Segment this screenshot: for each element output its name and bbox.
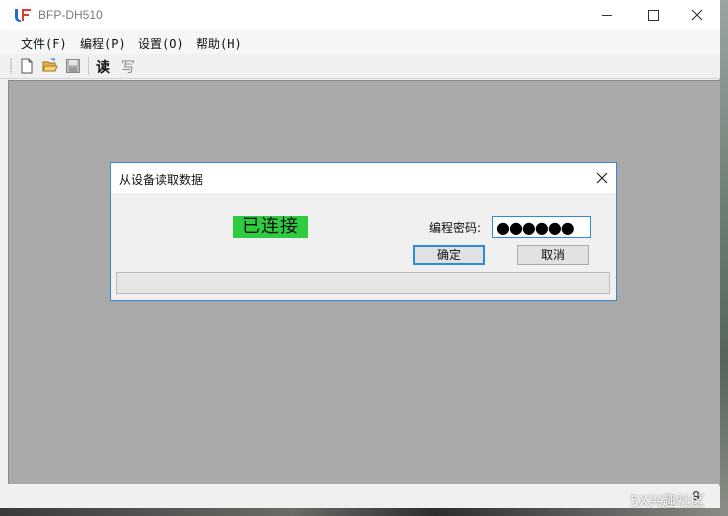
main-window: BFP-DH510 文件(F) 编程(P) 设置(O) 帮助(H) 读 写 9 … <box>0 0 720 508</box>
menu-program[interactable]: 编程(P) <box>80 35 126 52</box>
dialog-title: 从设备读取数据 <box>119 173 204 187</box>
desktop-background <box>720 0 728 516</box>
status-bar: 9 <box>0 486 720 508</box>
toolbar-grip[interactable] <box>10 58 12 74</box>
menu-file[interactable]: 文件(F) <box>21 35 67 52</box>
close-window-button[interactable] <box>674 0 720 30</box>
minimize-button[interactable] <box>584 0 630 30</box>
read-button[interactable]: 读 <box>96 57 110 77</box>
dialog-title-bar[interactable]: 从设备读取数据 <box>111 163 616 193</box>
toolbar: 读 写 <box>0 54 720 79</box>
menu-bar: 文件(F) 编程(P) 设置(O) 帮助(H) <box>0 30 720 54</box>
maximize-icon <box>647 9 659 21</box>
new-file-icon[interactable] <box>19 58 35 74</box>
window-title: BFP-DH510 <box>38 8 103 22</box>
read-data-dialog: 从设备读取数据 已连接 编程密码: 确定 取消 <box>110 162 617 301</box>
write-button[interactable]: 写 <box>121 57 135 77</box>
progress-bar <box>116 272 610 294</box>
open-folder-icon[interactable] <box>42 58 58 74</box>
toolbar-separator <box>88 57 89 75</box>
password-label: 编程密码: <box>429 221 482 235</box>
close-icon <box>596 172 608 184</box>
maximize-button[interactable] <box>630 0 676 30</box>
title-bar[interactable]: BFP-DH510 <box>0 0 720 30</box>
ok-button[interactable]: 确定 <box>413 245 485 265</box>
close-icon <box>691 9 703 21</box>
connection-status-badge: 已连接 <box>233 216 308 238</box>
watermark-text: 5X兴趣社区 <box>630 494 705 510</box>
dialog-close-button[interactable] <box>591 167 613 189</box>
taskbar-strip <box>0 508 728 516</box>
menu-settings[interactable]: 设置(O) <box>138 35 184 52</box>
minimize-icon <box>602 14 612 16</box>
app-logo-icon <box>14 7 32 23</box>
save-icon[interactable] <box>65 58 81 74</box>
cancel-button[interactable]: 取消 <box>517 245 589 265</box>
menu-help[interactable]: 帮助(H) <box>196 35 242 52</box>
password-field[interactable] <box>492 216 591 238</box>
